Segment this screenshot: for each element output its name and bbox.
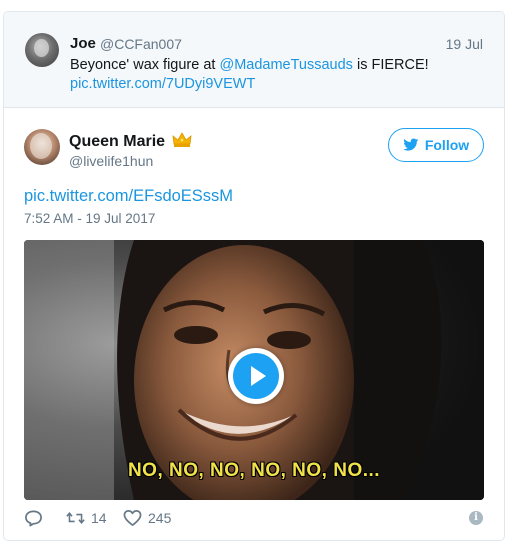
parent-author-name[interactable]: Joe <box>70 35 96 52</box>
parent-text-after: is FIERCE! <box>352 57 429 73</box>
author-name[interactable]: Queen Marie <box>69 133 165 151</box>
media-caption: NO, NO, NO, NO, NO, NO... <box>127 460 381 481</box>
parent-tweet[interactable]: Joe @CCFan007 19 Jul Beyonce' wax figure… <box>4 12 504 108</box>
retweet-button[interactable]: 14 <box>66 509 107 527</box>
crown-icon <box>172 132 192 147</box>
retweet-count: 14 <box>91 510 107 526</box>
reply-button[interactable] <box>24 509 43 527</box>
heart-icon <box>123 510 142 526</box>
like-button[interactable]: 245 <box>123 509 171 527</box>
tweet-timestamp[interactable]: 7:52 AM - 19 Jul 2017 <box>24 211 155 226</box>
mention-link[interactable]: @MadameTussauds <box>219 57 352 73</box>
parent-tweet-text: Beyonce' wax figure at @MadameTussauds i… <box>70 56 490 94</box>
author-avatar[interactable] <box>24 129 60 165</box>
follow-button[interactable]: Follow <box>388 128 484 162</box>
follow-label: Follow <box>424 137 470 153</box>
like-count: 245 <box>148 510 172 526</box>
parent-avatar[interactable] <box>25 33 59 67</box>
play-button[interactable] <box>228 348 284 404</box>
embedded-tweet-card: Joe @CCFan007 19 Jul Beyonce' wax figure… <box>3 11 505 541</box>
bird-icon <box>403 138 419 151</box>
play-icon <box>233 353 279 399</box>
parent-media-link[interactable]: pic.twitter.com/7UDyi9VEWT <box>70 76 255 92</box>
parent-tweet-date[interactable]: 19 Jul <box>446 36 483 52</box>
info-icon[interactable]: i <box>469 511 483 525</box>
reply-icon <box>25 510 42 527</box>
tweet-media-link[interactable]: pic.twitter.com/EFsdoESssM <box>24 187 233 206</box>
retweet-icon <box>66 512 85 524</box>
media-player[interactable]: NO, NO, NO, NO, NO, NO... <box>24 240 484 500</box>
parent-author-handle[interactable]: @CCFan007 <box>100 36 182 52</box>
tweet-actions: 14 245 i <box>24 509 486 529</box>
parent-text-before: Beyonce' wax figure at <box>70 57 220 73</box>
author-handle[interactable]: @livelife1hun <box>69 153 153 169</box>
